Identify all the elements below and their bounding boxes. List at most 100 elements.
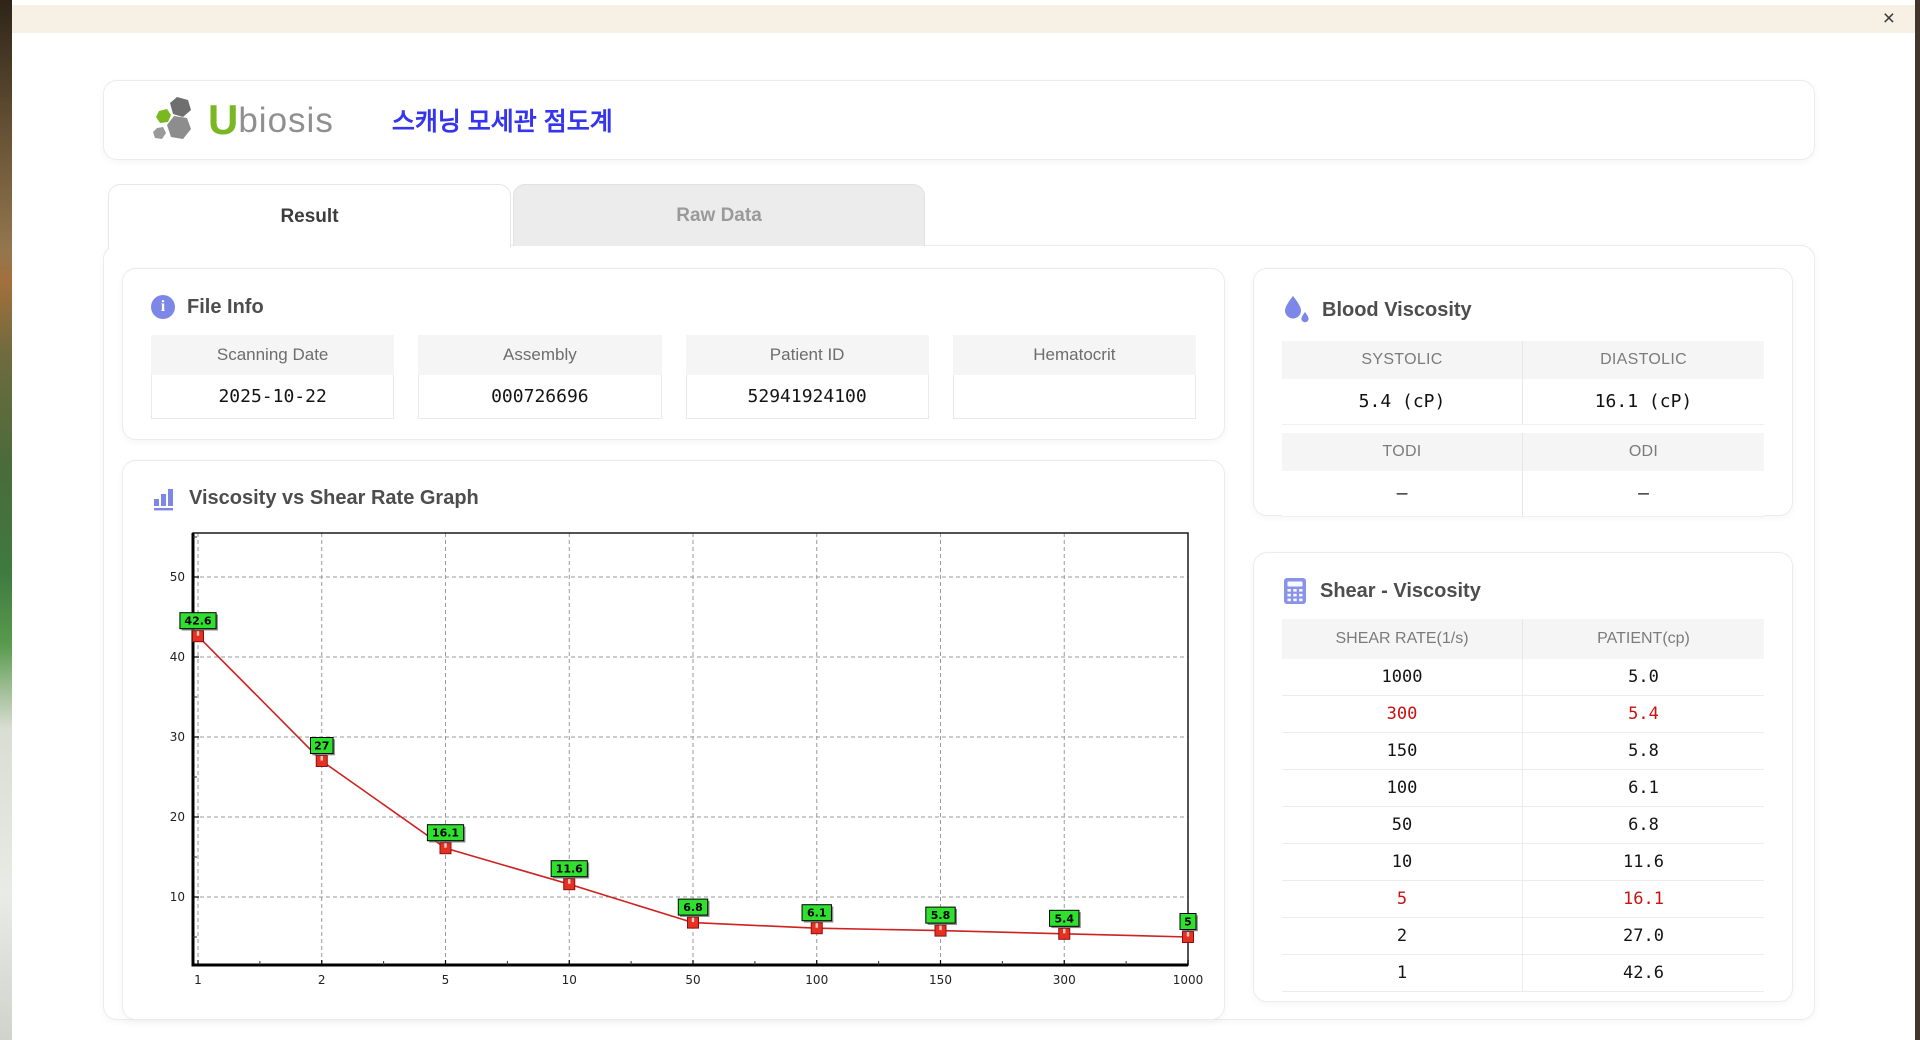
blood-drop-icon bbox=[1285, 296, 1309, 323]
svg-text:42.6: 42.6 bbox=[184, 615, 211, 628]
field-value: 2025-10-22 bbox=[151, 375, 395, 419]
svg-text:6.8: 6.8 bbox=[683, 901, 703, 914]
svg-text:27: 27 bbox=[314, 740, 329, 753]
svg-text:20: 20 bbox=[170, 810, 185, 824]
systolic-label: SYSTOLIC bbox=[1282, 341, 1523, 379]
logo-text-u: U bbox=[208, 96, 239, 143]
field-scanning-date: Scanning Date 2025-10-22 bbox=[151, 335, 395, 419]
svg-text:30: 30 bbox=[170, 730, 185, 744]
app-title: 스캐닝 모세관 점도계 bbox=[391, 108, 613, 136]
svg-text:5.8: 5.8 bbox=[931, 909, 951, 922]
blood-viscosity-card: Blood Viscosity SYSTOLIC DIASTOLIC 5.4 (… bbox=[1253, 268, 1793, 517]
window-right-border bbox=[1915, 0, 1920, 1040]
svg-text:50: 50 bbox=[170, 570, 185, 584]
svg-text:10: 10 bbox=[562, 973, 577, 987]
table-row: 10 11.6 bbox=[1282, 844, 1764, 881]
shear-rate-cell: 10 bbox=[1282, 844, 1523, 880]
diastolic-value: 16.1 (cP) bbox=[1523, 379, 1764, 425]
col-shear-rate: SHEAR RATE(1/s) bbox=[1282, 619, 1523, 659]
table-row: 5 16.1 bbox=[1282, 881, 1764, 918]
shear-rate-cell: 150 bbox=[1282, 733, 1523, 769]
table-row: 300 5.4 bbox=[1282, 696, 1764, 733]
ubiosis-logo: U biosis bbox=[150, 94, 334, 146]
field-label: Assembly bbox=[418, 335, 662, 375]
table-row: 1000 5.0 bbox=[1282, 659, 1764, 696]
field-assembly: Assembly 000726696 bbox=[418, 335, 662, 419]
patient-viscosity-cell: 6.8 bbox=[1628, 815, 1659, 835]
screen: × U biosis 스캐닝 모세관 점도계 Result Raw Data i… bbox=[0, 0, 1920, 1040]
svg-text:300: 300 bbox=[1053, 973, 1076, 987]
svg-text:6.1: 6.1 bbox=[807, 907, 827, 920]
window-titlebar: × bbox=[12, 5, 1915, 33]
graph-title: Viscosity vs Shear Rate Graph bbox=[189, 486, 479, 509]
tab-raw-data[interactable]: Raw Data bbox=[513, 184, 925, 246]
shear-rate-cell: 2 bbox=[1282, 918, 1523, 954]
svg-text:5.4: 5.4 bbox=[1055, 912, 1075, 925]
svg-text:5: 5 bbox=[442, 973, 450, 987]
odi-value: – bbox=[1523, 471, 1764, 517]
patient-viscosity-cell: 5.8 bbox=[1628, 741, 1659, 761]
field-value bbox=[952, 375, 1196, 419]
svg-text:2: 2 bbox=[318, 973, 326, 987]
header-card: U biosis 스캐닝 모세관 점도계 bbox=[103, 80, 1815, 160]
shear-rate-cell: 1000 bbox=[1282, 659, 1523, 695]
shear-rate-cell: 50 bbox=[1282, 807, 1523, 843]
patient-viscosity-cell: 16.1 bbox=[1623, 889, 1664, 909]
field-patient-id: Patient ID 52941924100 bbox=[685, 335, 929, 419]
field-value: 000726696 bbox=[418, 375, 662, 419]
patient-viscosity-cell: 42.6 bbox=[1623, 963, 1664, 983]
svg-text:10: 10 bbox=[170, 890, 185, 904]
shear-rate-cell: 5 bbox=[1282, 881, 1523, 917]
patient-viscosity-cell: 6.1 bbox=[1628, 778, 1659, 798]
shear-viscosity-title: Shear - Viscosity bbox=[1320, 579, 1481, 602]
field-value: 52941924100 bbox=[685, 375, 929, 419]
info-icon: i bbox=[151, 295, 175, 319]
svg-text:5: 5 bbox=[1184, 916, 1192, 929]
diastolic-label: DIASTOLIC bbox=[1523, 341, 1764, 379]
svg-text:40: 40 bbox=[170, 650, 185, 664]
viscosity-chart: 10 20 30 40 50 1 2 5 10 50 100 150 300 1000 42.6 27 16.1… bbox=[170, 532, 1203, 987]
odi-label: ODI bbox=[1523, 433, 1764, 471]
logo-hexagon-icon bbox=[153, 97, 191, 139]
shear-viscosity-table: SHEAR RATE(1/s) PATIENT(cp) 1000 5.0 300 5.… bbox=[1282, 619, 1764, 992]
patient-viscosity-cell: 27.0 bbox=[1623, 926, 1664, 946]
svg-text:50: 50 bbox=[685, 973, 700, 987]
file-info-card: i File Info Scanning Date 2025-10-22 Ass… bbox=[122, 268, 1225, 440]
field-label: Scanning Date bbox=[151, 335, 395, 375]
col-patient: PATIENT(cp) bbox=[1597, 630, 1690, 647]
shear-table-body: 1000 5.0 300 5.4 150 5.8 100 6.1 50 6.8 10 11.6 5 16.… bbox=[1282, 659, 1764, 992]
shear-rate-cell: 1 bbox=[1282, 955, 1523, 991]
table-row: 2 27.0 bbox=[1282, 918, 1764, 955]
logo-text-biosis: biosis bbox=[238, 100, 334, 140]
todi-label: TODI bbox=[1282, 433, 1523, 471]
table-row: 1 42.6 bbox=[1282, 955, 1764, 992]
patient-viscosity-cell: 5.0 bbox=[1628, 667, 1659, 687]
file-info-title: File Info bbox=[187, 295, 264, 318]
viscosity-graph-card: Viscosity vs Shear Rate Graph 10 20 30 40 50… bbox=[122, 460, 1225, 1020]
patient-viscosity-cell: 11.6 bbox=[1623, 852, 1664, 872]
svg-text:16.1: 16.1 bbox=[432, 827, 459, 840]
shear-rate-cell: 100 bbox=[1282, 770, 1523, 806]
table-row: 100 6.1 bbox=[1282, 770, 1764, 807]
shear-viscosity-card: Shear - Viscosity SHEAR RATE(1/s) PATIEN… bbox=[1253, 552, 1793, 1002]
todi-value: – bbox=[1282, 471, 1523, 517]
systolic-value: 5.4 (cP) bbox=[1282, 379, 1523, 425]
svg-text:150: 150 bbox=[929, 973, 952, 987]
close-icon[interactable]: × bbox=[1883, 6, 1895, 32]
svg-text:11.6: 11.6 bbox=[556, 863, 583, 876]
table-row: 150 5.8 bbox=[1282, 733, 1764, 770]
patient-viscosity-cell: 5.4 bbox=[1628, 704, 1659, 724]
field-label: Patient ID bbox=[685, 335, 929, 375]
table-row: 50 6.8 bbox=[1282, 807, 1764, 844]
desktop-wallpaper-strip bbox=[0, 0, 12, 1040]
blood-viscosity-title: Blood Viscosity bbox=[1322, 298, 1472, 321]
field-label: Hematocrit bbox=[952, 335, 1196, 375]
shear-rate-cell: 300 bbox=[1282, 696, 1523, 732]
calculator-icon bbox=[1284, 578, 1306, 604]
svg-text:100: 100 bbox=[805, 973, 828, 987]
svg-text:1000: 1000 bbox=[1173, 973, 1204, 987]
field-hematocrit: Hematocrit bbox=[952, 335, 1196, 419]
svg-text:1: 1 bbox=[194, 973, 202, 987]
bar-chart-icon bbox=[154, 489, 173, 511]
tab-result[interactable]: Result bbox=[108, 184, 511, 248]
